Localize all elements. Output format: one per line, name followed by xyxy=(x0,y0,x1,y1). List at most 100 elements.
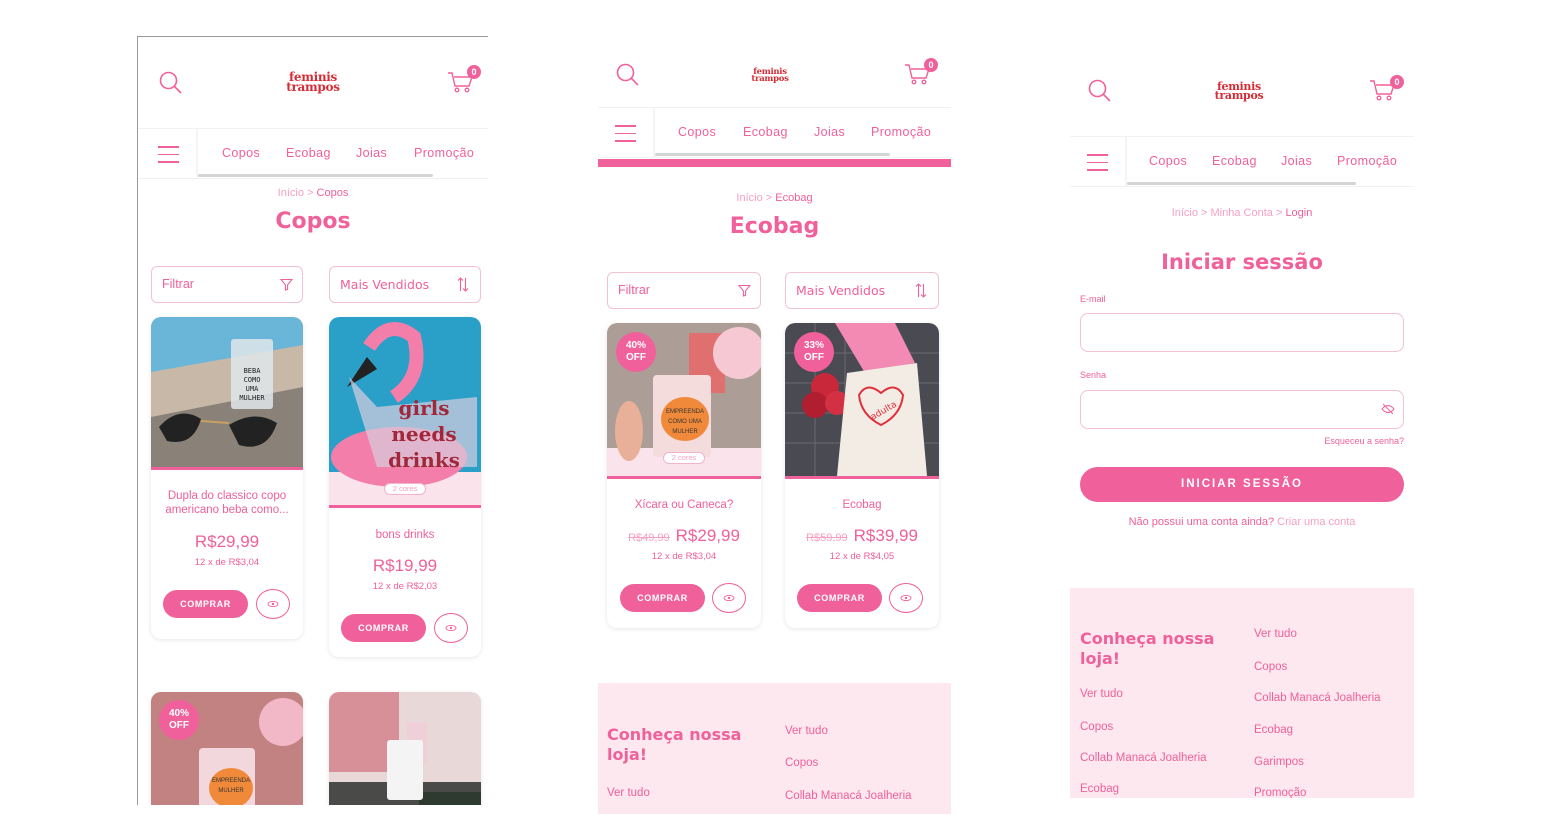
password-field[interactable] xyxy=(1080,390,1404,429)
buy-button[interactable]: COMPRAR xyxy=(797,584,882,612)
nav-item-ecobag[interactable]: Ecobag xyxy=(1212,154,1257,168)
footer-link[interactable]: Copos xyxy=(1080,721,1113,733)
product-name[interactable]: Ecobag xyxy=(795,498,929,512)
page-title: Copos xyxy=(275,209,351,234)
screen-copos: feminis trampos 0 Copos Ecobag Joias Prom… xyxy=(137,36,488,805)
nav-item-joias[interactable]: Joias xyxy=(1281,154,1312,168)
footer-link[interactable]: Copos xyxy=(1254,661,1287,673)
buy-button[interactable]: COMPRAR xyxy=(620,584,705,612)
svg-text:COMO UMA: COMO UMA xyxy=(668,419,702,425)
quick-view-button[interactable] xyxy=(256,589,290,619)
discount-badge: 40% OFF xyxy=(159,700,199,740)
filter-button[interactable]: Filtrar xyxy=(607,272,761,309)
product-price: R$59,99 R$39,99 xyxy=(806,526,918,545)
svg-text:UMA: UMA xyxy=(246,385,259,393)
sort-icon xyxy=(915,283,927,298)
nav-item-ecobag[interactable]: Ecobag xyxy=(286,146,331,160)
quick-view-button[interactable] xyxy=(712,583,746,613)
colors-chip[interactable]: 2 cores xyxy=(663,452,705,464)
search-icon[interactable] xyxy=(158,70,184,96)
logo[interactable]: feminis trampos xyxy=(1206,81,1272,101)
footer-link[interactable]: Ecobag xyxy=(1254,724,1293,736)
discount-badge: 33% OFF xyxy=(794,332,834,372)
nav-scrollbar[interactable] xyxy=(1127,182,1356,185)
nav-scrollbar[interactable] xyxy=(198,174,433,177)
footer-link[interactable]: Copos xyxy=(785,757,818,769)
email-field[interactable] xyxy=(1080,313,1404,352)
installments: 12 x de R$3,04 xyxy=(194,557,260,568)
product-photo: girls needs drinks xyxy=(329,317,481,505)
product-name[interactable]: bons drinks xyxy=(339,528,471,542)
breadcrumb-current: Login xyxy=(1285,207,1313,219)
installments: 12 x de R$4,05 xyxy=(829,551,895,562)
create-account-link[interactable]: Criar uma conta xyxy=(1277,516,1355,528)
eye-icon xyxy=(267,600,279,608)
footer-link[interactable]: Promoção xyxy=(1254,787,1306,798)
quick-view-button[interactable] xyxy=(434,613,468,643)
product-name[interactable]: Dupla do classico copo americano beba co… xyxy=(161,489,293,517)
nav-item-ecobag[interactable]: Ecobag xyxy=(743,125,788,139)
product-image[interactable]: girls needs drinks xyxy=(329,317,481,505)
nav-item-copos[interactable]: Copos xyxy=(678,125,716,139)
product-card[interactable]: girls needs drinks 2 cores bons drinks R… xyxy=(329,317,481,657)
search-icon[interactable] xyxy=(1087,78,1113,104)
filter-button[interactable]: Filtrar xyxy=(151,266,303,303)
breadcrumb-account[interactable]: Minha Conta xyxy=(1211,207,1273,219)
nav-item-copos[interactable]: Copos xyxy=(222,146,260,160)
footer-link[interactable]: Collab Manacá Joalheria xyxy=(1080,752,1207,764)
breadcrumb-home[interactable]: Início xyxy=(278,187,304,199)
buy-button[interactable]: COMPRAR xyxy=(163,590,248,618)
sort-select[interactable]: Mais Vendidos xyxy=(785,272,939,309)
nav-item-joias[interactable]: Joias xyxy=(814,125,845,139)
footer-link[interactable]: Ver tudo xyxy=(1254,628,1297,640)
product-card[interactable]: BEBA COMO UMA MULHER Dupla do classico c… xyxy=(151,317,303,639)
buy-button[interactable]: COMPRAR xyxy=(341,614,426,642)
email-label: E-mail xyxy=(1080,294,1106,304)
product-price: R$49,99 R$29,99 xyxy=(628,526,740,545)
footer-link[interactable]: Ecobag xyxy=(1080,783,1119,795)
old-price: R$49,99 xyxy=(628,532,670,544)
nav-item-joias[interactable]: Joias xyxy=(356,146,387,160)
nav-item-promocao[interactable]: Promoção xyxy=(871,125,931,139)
footer-link[interactable]: Garimpos xyxy=(1254,756,1304,768)
product-image[interactable]: BEBA COMO UMA MULHER xyxy=(151,317,303,467)
footer-title: Conheça nossa loja! xyxy=(607,725,742,764)
product-card[interactable]: EMPREENDA MULHER 40% OFF xyxy=(151,692,303,805)
product-name[interactable]: Xícara ou Caneca? xyxy=(617,498,751,512)
footer-link[interactable]: Ver tudo xyxy=(1080,688,1123,700)
logo[interactable]: feminis trampos xyxy=(278,71,348,92)
sort-label: Mais Vendidos xyxy=(796,283,886,298)
search-icon[interactable] xyxy=(615,62,641,88)
sort-select[interactable]: Mais Vendidos xyxy=(329,266,481,303)
colors-chip[interactable]: 2 cores xyxy=(384,483,426,495)
breadcrumb-home[interactable]: Início xyxy=(736,192,762,204)
cart-count-badge: 0 xyxy=(924,58,938,72)
filter-icon xyxy=(280,278,293,291)
menu-icon[interactable] xyxy=(158,146,179,169)
nav-item-promocao[interactable]: Promoção xyxy=(414,146,474,160)
footer-link[interactable]: Ver tudo xyxy=(607,787,650,799)
product-card[interactable]: adulta 33% OFF Ecobag R$59,99 R$39,99 12 x… xyxy=(785,323,939,628)
nav-item-promocao[interactable]: Promoção xyxy=(1337,154,1397,168)
cart-count-badge: 0 xyxy=(1390,75,1404,89)
product-card[interactable]: EMPREENDA COMO UMA MULHER 40% OFF 2 cores… xyxy=(607,323,761,628)
footer-link[interactable]: Collab Manacá Joalheria xyxy=(1254,692,1381,704)
signup-prompt: Não possui uma conta ainda? Criar uma co… xyxy=(1070,516,1414,528)
svg-text:BEBA: BEBA xyxy=(244,367,262,375)
nav-scrollbar[interactable] xyxy=(655,153,890,156)
forgot-password-link[interactable]: Esqueceu a senha? xyxy=(1324,436,1404,446)
footer-link[interactable]: Ver tudo xyxy=(785,725,828,737)
eye-off-icon[interactable] xyxy=(1381,403,1395,415)
quick-view-button[interactable] xyxy=(889,583,923,613)
login-button[interactable]: INICIAR SESSÃO xyxy=(1080,467,1404,502)
filter-label: Filtrar xyxy=(162,277,194,291)
logo[interactable]: feminis trampos xyxy=(745,68,795,83)
nav-item-copos[interactable]: Copos xyxy=(1149,154,1187,168)
footer: Conheça nossa loja! Ver tudo Copos Colla… xyxy=(1070,588,1414,798)
footer-link[interactable]: Collab Manacá Joalheria xyxy=(785,790,912,802)
breadcrumb-home[interactable]: Início xyxy=(1172,207,1198,219)
menu-icon[interactable] xyxy=(615,125,636,148)
breadcrumb-current: Copos xyxy=(316,187,349,199)
menu-icon[interactable] xyxy=(1087,154,1108,177)
product-card[interactable] xyxy=(329,692,481,805)
